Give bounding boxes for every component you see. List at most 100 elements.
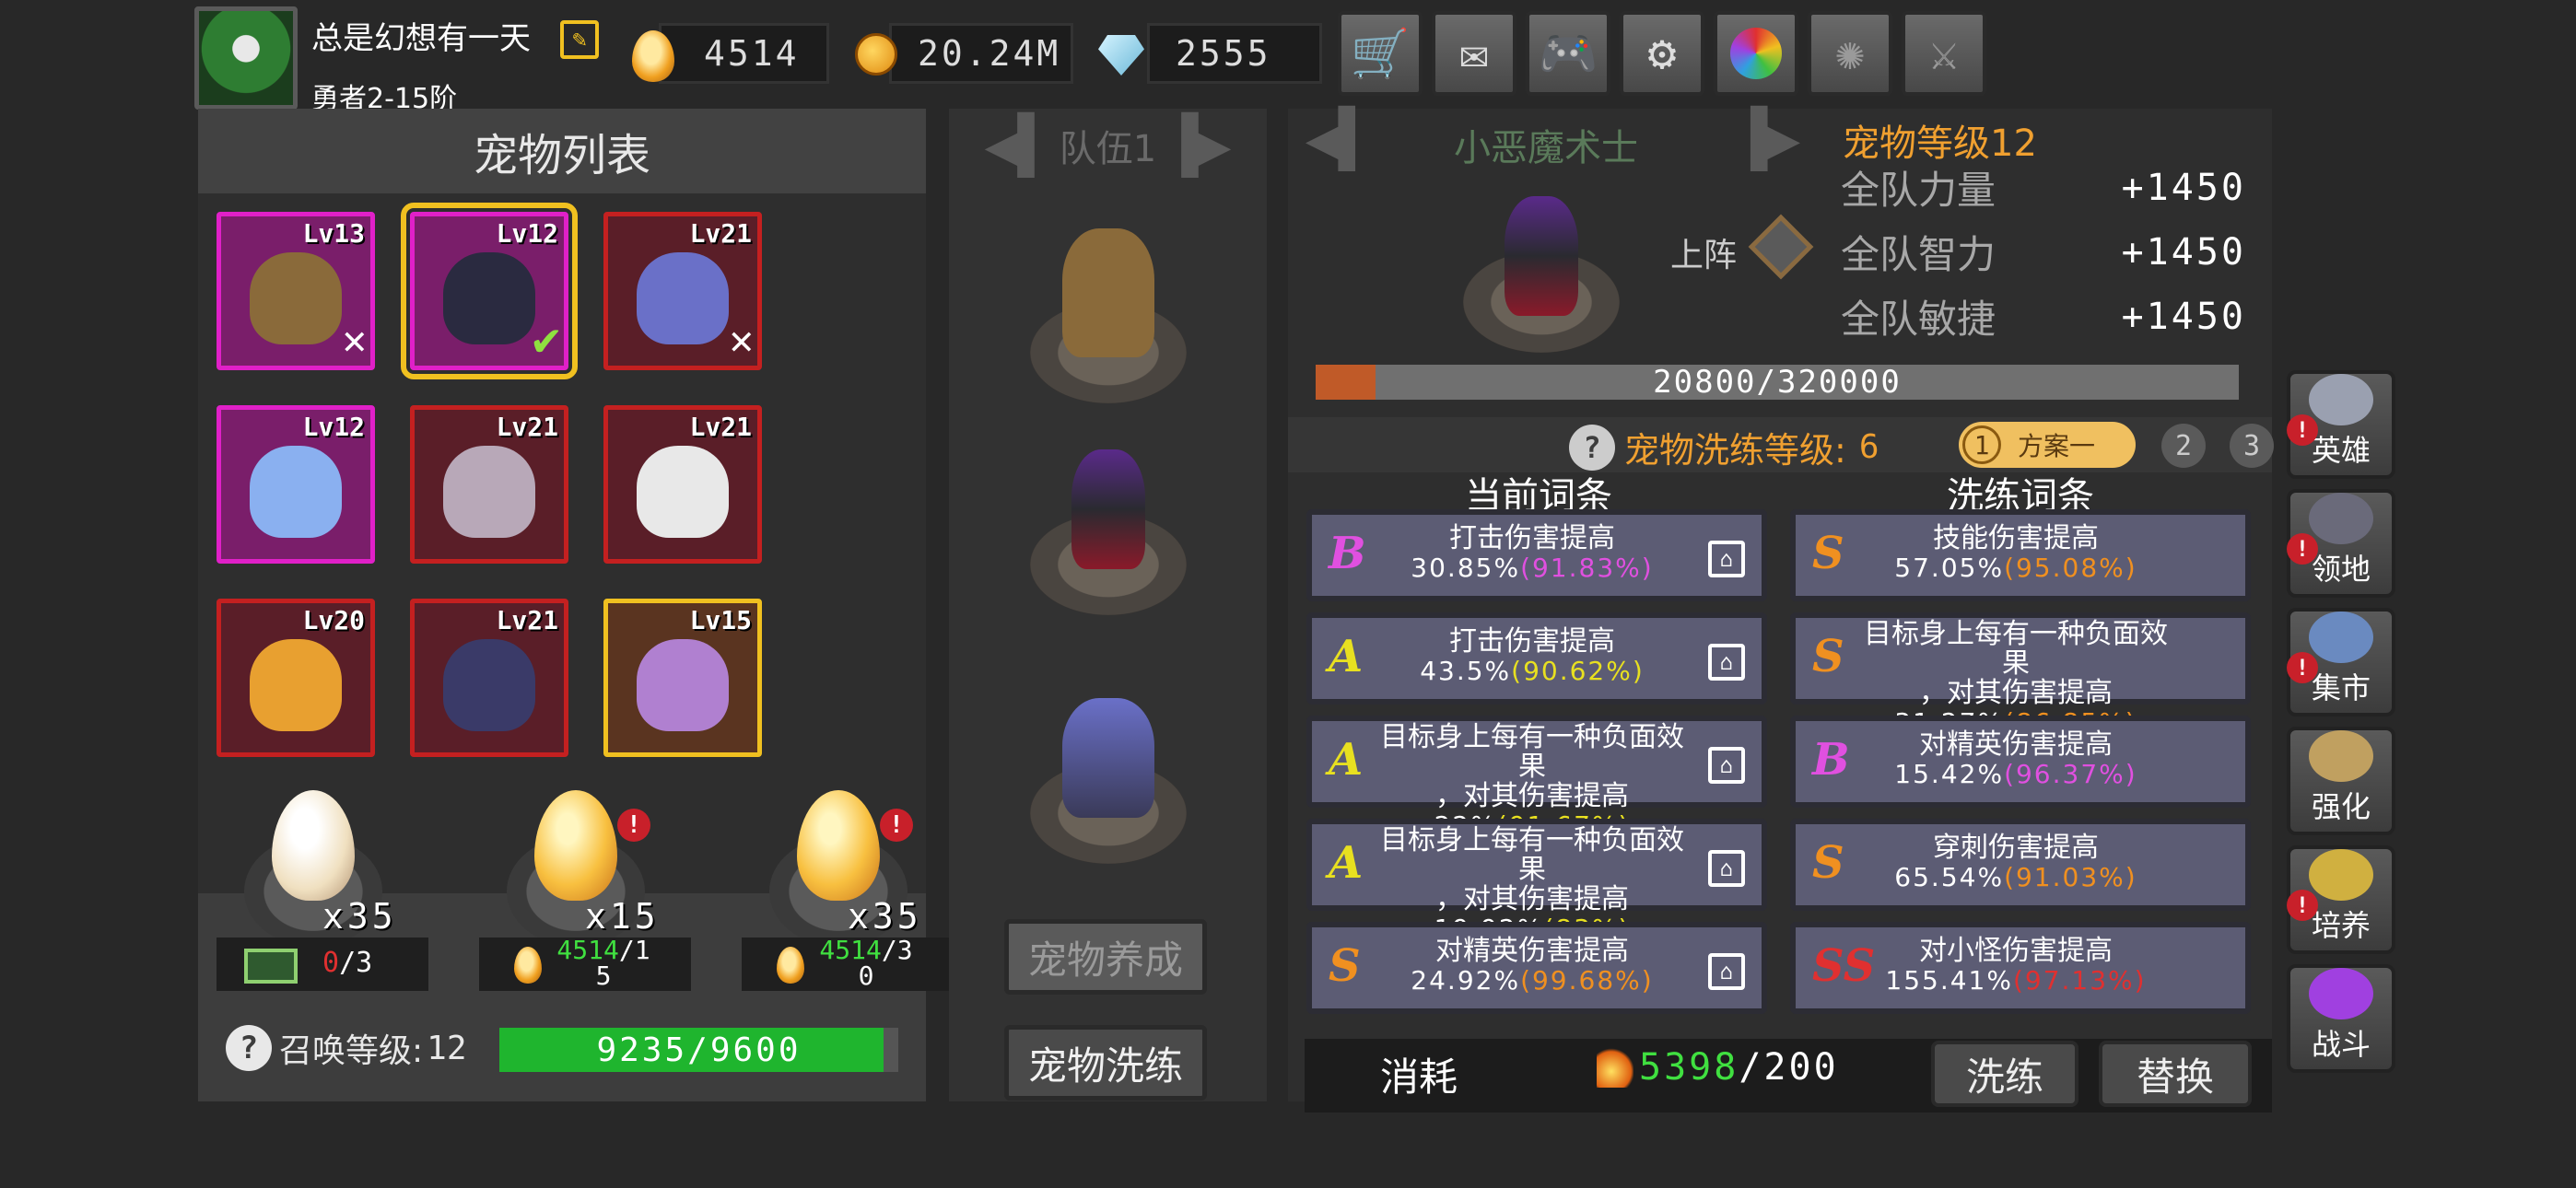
- unlock-icon[interactable]: ⌂: [1708, 850, 1745, 887]
- summon-progress-bar: 9235/9600: [499, 1028, 898, 1072]
- affix-max: (90.62%): [1511, 656, 1645, 686]
- plan-1-tab[interactable]: 1 方案一: [1959, 422, 2136, 468]
- side-menu-label: 培养: [2311, 908, 2371, 943]
- edit-name-icon[interactable]: ✎: [560, 20, 599, 59]
- prev-pet-arrow-icon[interactable]: ◀▌: [1297, 107, 1380, 171]
- egg-cost: 4514/3 0: [742, 938, 954, 991]
- shop-cart-icon[interactable]: 🛒: [1338, 11, 1423, 96]
- side-menu-market[interactable]: 集市 !: [2287, 608, 2395, 716]
- pet-slot[interactable]: Lv15: [603, 599, 762, 757]
- egg-icon: [777, 947, 804, 984]
- player-avatar[interactable]: [194, 6, 298, 110]
- wash-button[interactable]: 洗练: [1931, 1041, 2078, 1107]
- pet-slot[interactable]: Lv21 ✕: [603, 212, 762, 370]
- gear-icon[interactable]: ⚙: [1620, 11, 1704, 96]
- gem-resource: 2555: [1098, 23, 1322, 84]
- pet-level-badge: Lv12: [302, 412, 365, 442]
- help-icon[interactable]: ?: [226, 1025, 272, 1071]
- pet-sprite: [250, 252, 342, 345]
- pet-slot[interactable]: Lv21: [410, 405, 568, 564]
- pet-slot[interactable]: Lv20: [217, 599, 375, 757]
- affix-max: (97.13%): [2012, 965, 2147, 996]
- helmet-icon: [2309, 374, 2373, 425]
- current-affix-row: A 目标身上每有一种负面效果 ，对其伤害提高 19.92%(83%) ⌂: [1306, 819, 1767, 944]
- pet-raise-button[interactable]: 宠物养成: [1004, 919, 1207, 995]
- pet-slot[interactable]: Lv12 ✔: [401, 203, 578, 379]
- pet-sprite: [250, 446, 342, 539]
- pet-slot[interactable]: Lv13 ✕: [217, 212, 375, 370]
- help-icon[interactable]: ?: [1569, 424, 1615, 471]
- affix-text: 打击伤害提高: [1449, 522, 1615, 554]
- gamepad-icon[interactable]: 🎮: [1526, 11, 1610, 96]
- affix-text: 目标身上每有一种负面效果: [1380, 721, 1684, 783]
- egg-summon-slot[interactable]: ! x15 4514/1 5: [479, 772, 709, 993]
- affix-grade: A: [1329, 631, 1364, 682]
- pet-slot[interactable]: Lv21: [603, 405, 762, 564]
- affix-grade: B: [1329, 528, 1366, 579]
- pet-exp-text: 20800/320000: [1653, 364, 1902, 401]
- alert-badge-icon: !: [2287, 533, 2318, 565]
- gold-coin-icon: [855, 33, 897, 76]
- side-menu-castle[interactable]: 领地 !: [2287, 489, 2395, 598]
- affix-value: 24.92%: [1411, 965, 1521, 996]
- plan-2-tab[interactable]: 2: [2161, 424, 2206, 468]
- side-menu-chalice[interactable]: 培养 !: [2287, 845, 2395, 954]
- egg-icon: [514, 947, 542, 984]
- affix-value: 15.42%: [1894, 759, 2005, 789]
- plan-3-tab[interactable]: 3: [2230, 424, 2274, 468]
- pet-wash-button[interactable]: 宠物洗练: [1004, 1025, 1207, 1101]
- side-menu-enhance[interactable]: 强化: [2287, 727, 2395, 835]
- next-team-arrow-icon[interactable]: ▐▶: [1156, 113, 1239, 178]
- deploy-toggle-icon[interactable]: [1748, 214, 1814, 280]
- pet-level-badge: Lv21: [496, 605, 558, 635]
- team-slot-3[interactable]: [1030, 698, 1187, 882]
- egg-summon-slot[interactable]: x35 0/3: [217, 772, 447, 993]
- wash-affix-row: S 穿刺伤害提高 65.54%(91.03%): [1790, 819, 2251, 911]
- unlock-icon[interactable]: ⌂: [1708, 747, 1745, 784]
- pet-slot[interactable]: Lv21: [410, 599, 568, 757]
- affix-grade: A: [1329, 734, 1364, 786]
- pet-level-badge: Lv15: [689, 605, 752, 635]
- egg-cost: 0/3: [217, 938, 428, 991]
- team-slot-2[interactable]: [1030, 431, 1187, 615]
- alert-badge-icon: !: [880, 809, 913, 842]
- gold-count: 20.24M: [918, 33, 1061, 74]
- side-menu-portal[interactable]: 战斗: [2287, 964, 2395, 1073]
- chalice-icon: [2309, 849, 2373, 901]
- affix-max: (99.68%): [1520, 965, 1654, 996]
- video-ad-icon[interactable]: [244, 949, 298, 984]
- replace-button[interactable]: 替换: [2099, 1041, 2252, 1107]
- pet-slot[interactable]: Lv12: [217, 405, 375, 564]
- fireworks-icon[interactable]: ✺: [1808, 11, 1892, 96]
- side-menu-label: 领地: [2311, 552, 2371, 587]
- crossed-swords-icon[interactable]: ⚔: [1902, 11, 1986, 96]
- affix-grade: B: [1812, 734, 1850, 786]
- wash-affix-row: S 目标身上每有一种负面效果 ，对其伤害提高 31.27%(86.85%): [1790, 612, 2251, 738]
- pet-sprite: [443, 252, 535, 345]
- next-pet-arrow-icon[interactable]: ▐▶: [1726, 107, 1809, 171]
- side-menu-label: 集市: [2311, 670, 2371, 705]
- unlock-icon[interactable]: ⌂: [1708, 644, 1745, 681]
- gold-resource: 20.24M: [855, 23, 1073, 84]
- prev-team-arrow-icon[interactable]: ◀▌: [977, 113, 1060, 178]
- egg-cost-total: /3: [881, 935, 913, 965]
- unlock-icon[interactable]: ⌂: [1708, 541, 1745, 577]
- egg-count: 4514: [704, 33, 800, 74]
- side-menu-helmet[interactable]: 英雄 !: [2287, 370, 2395, 479]
- egg-summon-slot[interactable]: ! x35 4514/3 0: [742, 772, 972, 993]
- summon-egg-icon: [272, 790, 355, 901]
- gem-count: 2555: [1176, 33, 1271, 74]
- pet-exp-bar: 20800/320000: [1316, 364, 2239, 401]
- egg-resource: 4514: [632, 23, 829, 84]
- pet-sprite-pony: [1062, 698, 1154, 818]
- unlock-icon[interactable]: ⌂: [1708, 953, 1745, 990]
- checkmark-icon: ✔: [532, 312, 560, 366]
- mail-icon[interactable]: ✉: [1432, 11, 1516, 96]
- stat-label: 全队敏捷: [1841, 297, 1996, 342]
- color-wheel-icon[interactable]: [1714, 11, 1798, 96]
- affix-max: (91.83%): [1520, 553, 1654, 583]
- team-slot-1[interactable]: [1030, 219, 1187, 403]
- pet-sprite: [443, 639, 535, 732]
- side-menu-label: 强化: [2311, 789, 2371, 824]
- affix-text: 技能伤害提高: [1933, 522, 2099, 554]
